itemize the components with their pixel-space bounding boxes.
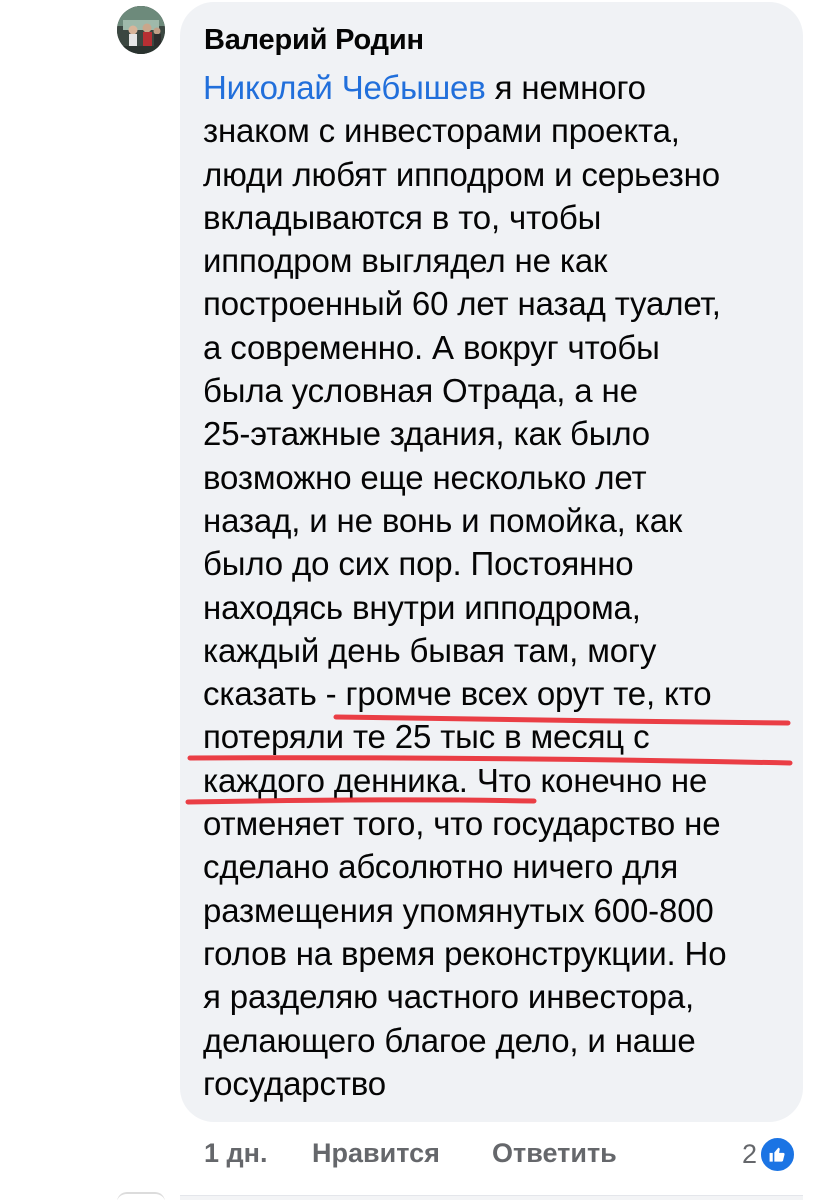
comment-line: сделано абсолютно ничего для (203, 848, 679, 886)
mention-link[interactable]: Николай Чебышев (203, 69, 486, 106)
comment-line: построенный 60 лет назад туалет, (203, 285, 721, 323)
reply-button[interactable]: Ответить (492, 1138, 617, 1169)
comment-line: я немного (485, 69, 646, 106)
comment-line: ипподром выглядел не как (203, 242, 608, 280)
reaction-count: 2 (742, 1138, 758, 1169)
comment-line: назад, и не вонь и помойка, как (203, 501, 683, 539)
comment-line: знаком с инвесторами проекта, (203, 112, 680, 150)
comment-line: сказать - громче всех орут те, кто (203, 675, 712, 713)
comment-line: я разделяю частного инвестора, (203, 978, 695, 1016)
comment-line: находясь внутри ипподрома, (203, 588, 641, 626)
comment-line: возможно еще несколько лет (203, 458, 647, 496)
comment-timestamp[interactable]: 1 дн. (204, 1138, 267, 1169)
comment-line: голов на время реконструкции. Но (203, 934, 727, 972)
next-comment-bubble (180, 1195, 803, 1200)
comment-line: 25-этажные здания, как было (203, 415, 650, 453)
comment-line: потеряли те 25 тыс в месяц с (203, 718, 650, 756)
comment-line: было до сих пор. Постоянно (203, 545, 634, 583)
comment-line: была условная Отрада, а не (203, 372, 638, 410)
comment-line: размещения упомянутых 600-800 (203, 891, 714, 929)
comment-actions: 1 дн. Нравится Ответить 2 (0, 1135, 828, 1178)
thumbs-up-icon (759, 1135, 797, 1173)
comment-line: делающего благое дело, и наше (203, 1021, 696, 1059)
comment-line: каждого денника. Что конечно не (203, 761, 708, 799)
comment-line: отменяет того, что государство не (203, 805, 721, 843)
next-comment-avatar (117, 1192, 165, 1200)
author-avatar[interactable] (117, 6, 165, 54)
avatar-photo (117, 6, 165, 54)
comment-text: Николай Чебышев я немного знаком с инвест… (203, 66, 793, 1105)
reaction-summary[interactable]: 2 (742, 1135, 797, 1173)
comment-line: вкладываются в то, чтобы (203, 198, 602, 236)
comment-line: государство (203, 1064, 387, 1102)
comment-thread: Валерий Родин Николай Чебышев я немного з… (0, 0, 828, 1200)
comment-line: каждый день бывая там, могу (203, 631, 657, 669)
comment-author-name[interactable]: Валерий Родин (204, 24, 424, 57)
comment-line: а современно. А вокруг чтобы (203, 328, 660, 366)
like-button[interactable]: Нравится (312, 1138, 440, 1169)
comment-line: люди любят ипподром и серьезно (203, 155, 720, 193)
